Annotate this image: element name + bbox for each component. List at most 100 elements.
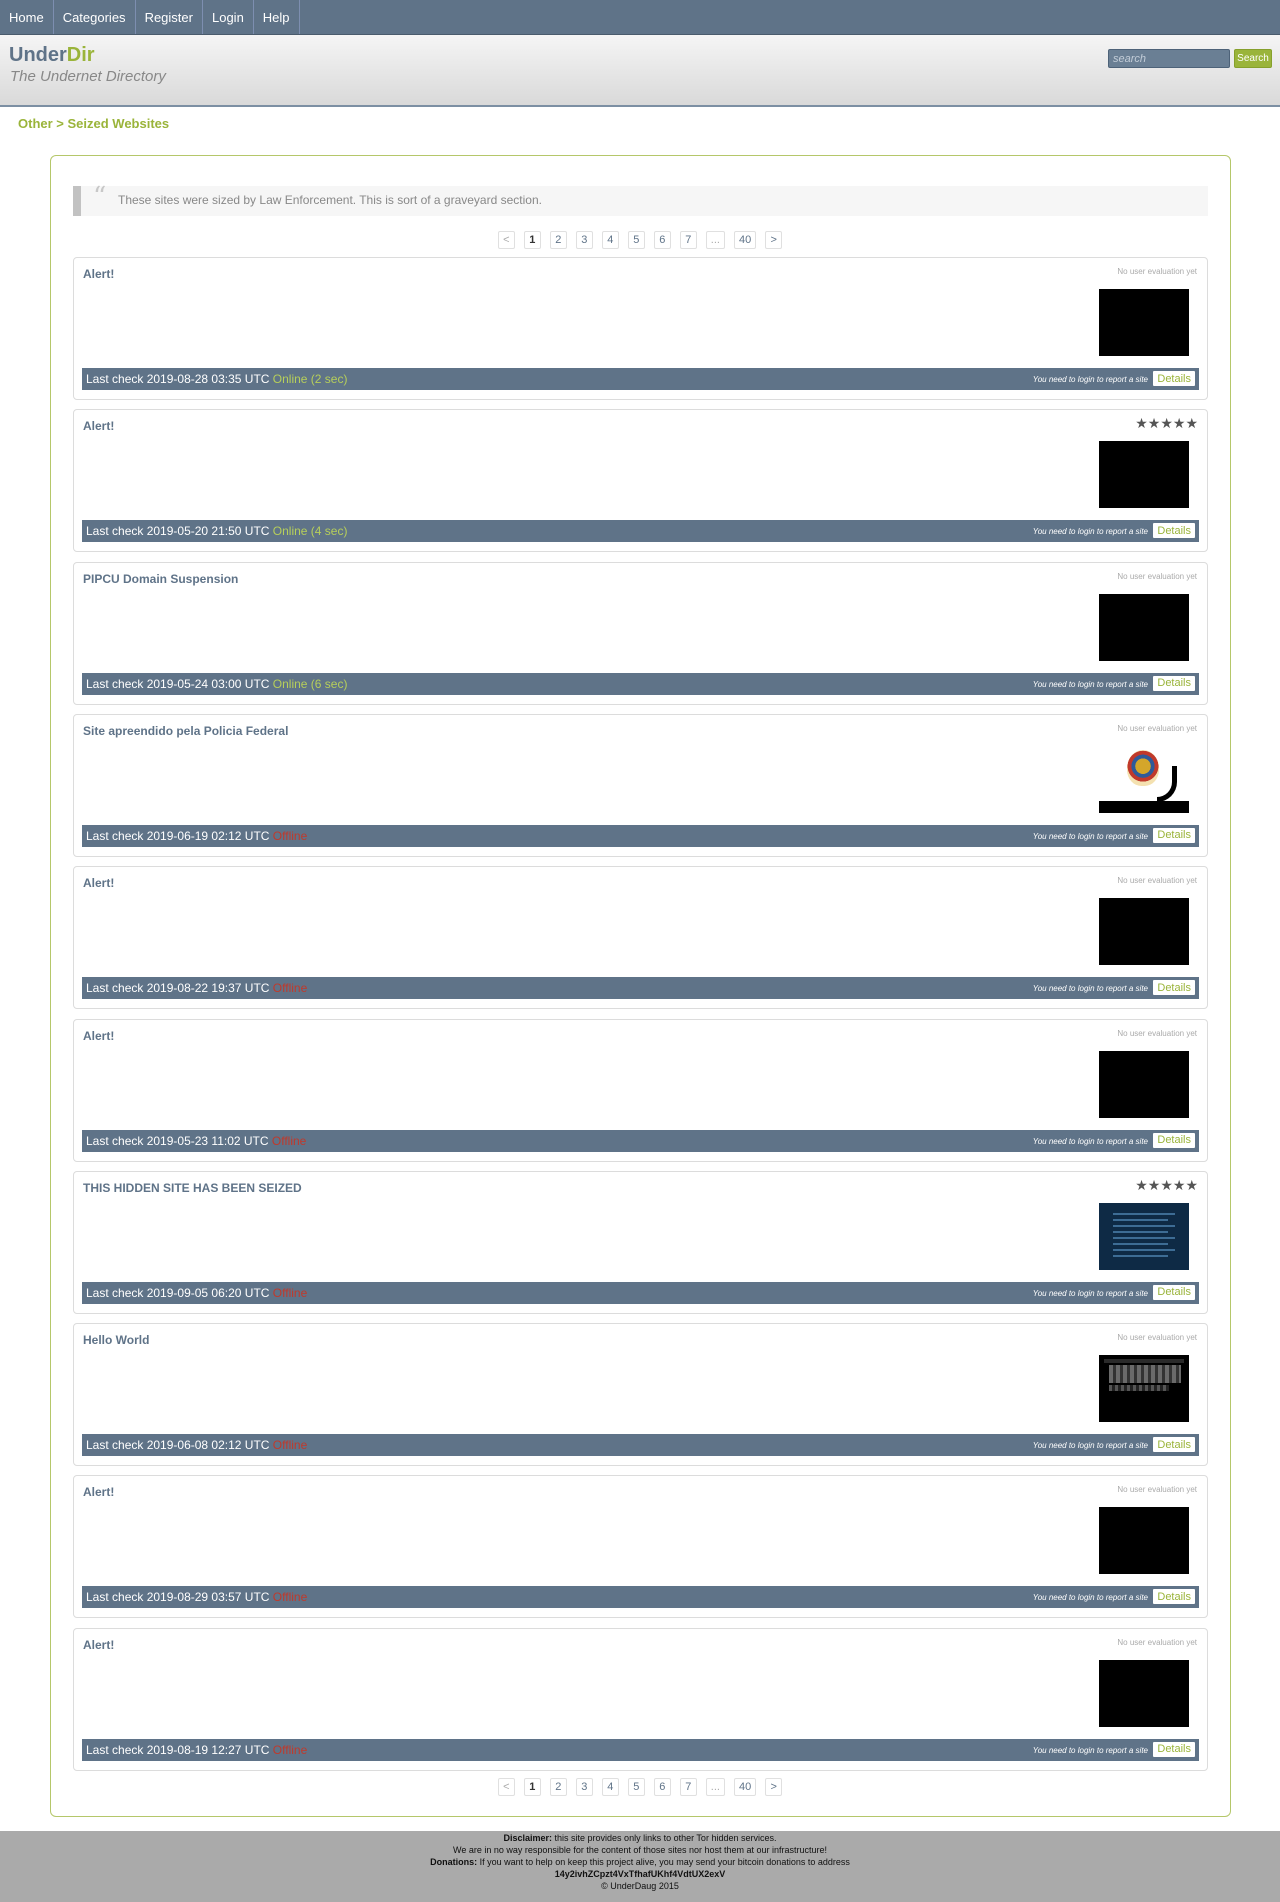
footer-disclaimer: Disclaimer: this site provides only link…	[0, 1832, 1280, 1844]
details-button[interactable]: Details	[1153, 1589, 1195, 1605]
page-4[interactable]: 4	[601, 231, 619, 249]
nav-help[interactable]: Help	[254, 0, 300, 34]
site-thumbnail[interactable]	[1099, 898, 1189, 966]
last-check-time: Last check 2019-08-19 12:27 UTC	[86, 1742, 273, 1757]
rating-text: No user evaluation yet	[1117, 571, 1197, 581]
site-title[interactable]: Alert!	[83, 1638, 114, 1652]
page-5[interactable]: 5	[627, 231, 645, 249]
site-tagline: The Undernet Directory	[10, 68, 166, 85]
logo-under: Under	[9, 44, 67, 66]
site-card: Alert! No user evaluation yet Last check 2…	[73, 257, 1208, 400]
page-prev-button[interactable]: <	[497, 1778, 515, 1796]
site-thumbnail[interactable]	[1099, 441, 1189, 509]
search-input[interactable]	[1108, 49, 1230, 68]
last-check-text: Last check 2019-05-24 03:00 UTC Online (…	[86, 677, 347, 691]
page-prev-button[interactable]: <	[497, 231, 515, 249]
site-title[interactable]: Alert!	[83, 1485, 114, 1499]
site-card: Alert! No user evaluation yet Last check 2…	[73, 1475, 1208, 1619]
site-thumbnail[interactable]	[1099, 1659, 1189, 1727]
site-title[interactable]: Alert!	[83, 1029, 114, 1043]
footer-donations: Donations: If you want to help on keep t…	[0, 1856, 1280, 1868]
last-check-time: Last check 2019-06-19 02:12 UTC	[86, 828, 273, 843]
nav-register[interactable]: Register	[136, 0, 203, 34]
site-thumbnail[interactable]	[1099, 1202, 1189, 1270]
nav-categories[interactable]: Categories	[54, 0, 136, 34]
details-button[interactable]: Details	[1153, 675, 1195, 691]
site-status: Offline	[272, 1590, 308, 1605]
site-title[interactable]: Site apreendido pela Policia Federal	[83, 724, 288, 738]
site-status: Offline	[272, 1742, 308, 1757]
last-check-text: Last check 2019-06-19 02:12 UTC Offline	[86, 829, 307, 843]
site-title[interactable]: Hello World	[83, 1333, 149, 1347]
logo-dir: Dir	[66, 44, 95, 66]
details-button[interactable]: Details	[1153, 1132, 1195, 1148]
status-bar: Last check 2019-06-08 02:12 UTC Offline Y…	[82, 1434, 1199, 1457]
page-3[interactable]: 3	[575, 231, 593, 249]
status-bar: Last check 2019-05-20 21:50 UTC Online (…	[82, 520, 1199, 543]
details-button[interactable]: Details	[1153, 980, 1195, 996]
rating-text: No user evaluation yet	[1117, 723, 1197, 733]
site-logo[interactable]: UnderDir	[9, 44, 95, 67]
status-bar: Last check 2019-08-19 12:27 UTC Offline Y…	[82, 1738, 1199, 1761]
site-thumbnail[interactable]	[1099, 593, 1189, 661]
pagination-top: <1 2 3 4 5 6 7... 40 >	[0, 231, 1280, 249]
report-login-note: You need to login to report a site	[1032, 1745, 1148, 1755]
page-4[interactable]: 4	[601, 1778, 619, 1796]
site-thumbnail[interactable]	[1099, 1507, 1189, 1575]
last-check-time: Last check 2019-05-20 21:50 UTC	[86, 524, 273, 539]
last-check-text: Last check 2019-08-29 03:57 UTC Offline	[86, 1590, 307, 1604]
report-login-note: You need to login to report a site	[1032, 679, 1148, 689]
disclaimer-label: Disclaimer:	[503, 1833, 553, 1843]
details-button[interactable]: Details	[1153, 1437, 1195, 1453]
last-check-text: Last check 2019-09-05 06:20 UTC Offline	[86, 1286, 307, 1300]
page-2[interactable]: 2	[549, 231, 567, 249]
site-card: Alert! No user evaluation yet Last check 2…	[73, 1627, 1208, 1771]
site-title[interactable]: PIPCU Domain Suspension	[83, 572, 238, 586]
page-2[interactable]: 2	[549, 1778, 567, 1796]
site-thumbnail[interactable]	[1099, 1355, 1189, 1423]
page-6[interactable]: 6	[653, 231, 671, 249]
page-6[interactable]: 6	[653, 1778, 671, 1796]
report-login-note: You need to login to report a site	[1032, 984, 1148, 994]
page-5[interactable]: 5	[627, 1778, 645, 1796]
details-button[interactable]: Details	[1153, 827, 1195, 843]
status-bar: Last check 2019-05-24 03:00 UTC Online (…	[82, 672, 1199, 695]
page-40[interactable]: 40	[733, 1778, 757, 1796]
last-check-time: Last check 2019-08-29 03:57 UTC	[86, 1590, 273, 1605]
last-check-text: Last check 2019-08-22 19:37 UTC Offline	[86, 981, 307, 995]
last-check-time: Last check 2019-05-24 03:00 UTC	[86, 676, 273, 691]
site-title[interactable]: Alert!	[83, 419, 114, 433]
page-1[interactable]: 1	[523, 231, 541, 249]
last-check-text: Last check 2019-08-19 12:27 UTC Offline	[86, 1743, 307, 1757]
details-button[interactable]: Details	[1153, 523, 1195, 539]
last-check-time: Last check 2019-08-28 03:35 UTC	[86, 372, 273, 386]
report-login-note: You need to login to report a site	[1032, 375, 1148, 384]
page-3[interactable]: 3	[575, 1778, 593, 1796]
page-7[interactable]: 7	[679, 231, 697, 249]
last-check-time: Last check 2019-09-05 06:20 UTC	[86, 1285, 273, 1300]
site-thumbnail[interactable]	[1099, 289, 1189, 356]
page-next-button[interactable]: >	[765, 231, 783, 249]
nav-home[interactable]: Home	[0, 0, 54, 34]
details-button[interactable]: Details	[1153, 1741, 1195, 1757]
site-title[interactable]: THIS HIDDEN SITE HAS BEEN SEIZED	[83, 1181, 302, 1195]
site-title[interactable]: Alert!	[83, 267, 114, 281]
details-button[interactable]: Details	[1153, 1284, 1195, 1300]
page-7[interactable]: 7	[679, 1778, 697, 1796]
breadcrumb[interactable]: Other > Seized Websites	[18, 116, 169, 131]
last-check-text: Last check 2019-06-08 02:12 UTC Offline	[86, 1438, 307, 1452]
site-thumbnail[interactable]	[1099, 1050, 1189, 1118]
site-title[interactable]: Alert!	[83, 876, 114, 890]
status-bar: Last check 2019-09-05 06:20 UTC Offline Y…	[82, 1281, 1199, 1304]
page-40[interactable]: 40	[733, 231, 757, 249]
site-status: Offline	[272, 981, 308, 996]
site-status: Online (4 sec)	[272, 524, 348, 539]
page-1[interactable]: 1	[523, 1778, 541, 1796]
status-bar: Last check 2019-06-19 02:12 UTC Offline Y…	[82, 824, 1199, 847]
nav-login[interactable]: Login	[203, 0, 254, 34]
search-button[interactable]: Search	[1234, 49, 1272, 68]
status-bar: Last check 2019-08-29 03:57 UTC Offline Y…	[82, 1586, 1199, 1609]
site-thumbnail[interactable]	[1099, 745, 1189, 813]
page-next-button[interactable]: >	[765, 1778, 783, 1796]
details-button[interactable]: Details	[1153, 371, 1195, 386]
